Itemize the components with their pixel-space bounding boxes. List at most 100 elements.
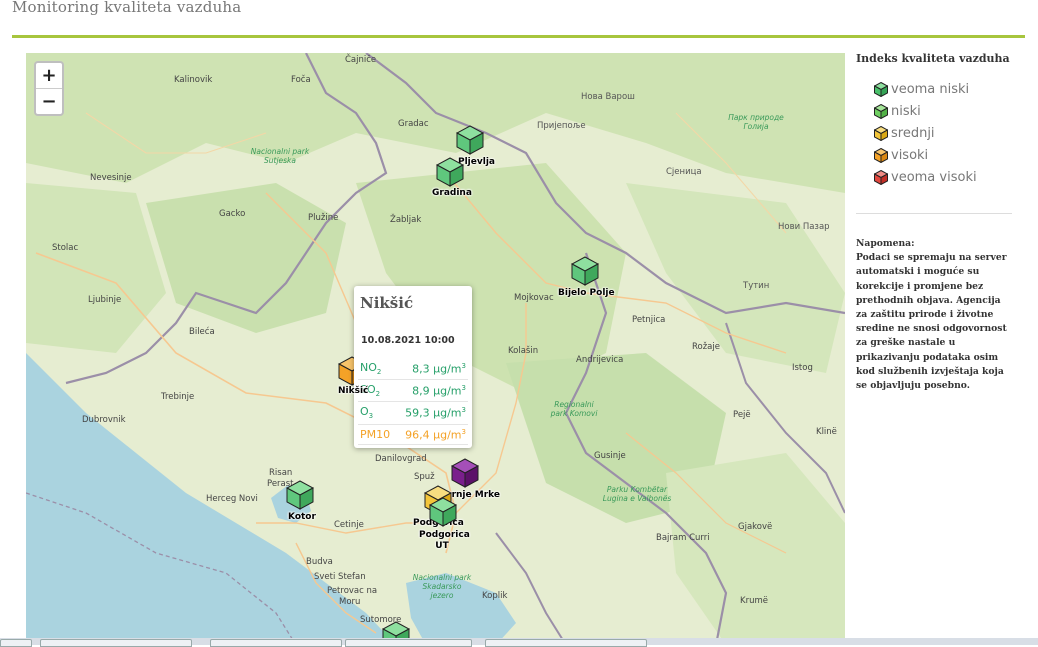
taskbar-item[interactable] bbox=[0, 639, 32, 647]
pollutant-value: 8,9 µg/m bbox=[412, 384, 462, 398]
station-marker-kotor[interactable] bbox=[286, 480, 314, 510]
place-label: Klinë bbox=[816, 427, 837, 437]
zoom-in-button[interactable]: + bbox=[36, 63, 62, 88]
place-label: Gradac bbox=[398, 119, 429, 129]
legend-title: Indeks kvaliteta vazduha bbox=[856, 52, 1010, 65]
place-label: Mojkovac bbox=[514, 293, 554, 303]
park-label: Nacionalni park Sutjeska bbox=[250, 147, 310, 165]
place-label: Bileća bbox=[189, 327, 215, 337]
taskbar-item[interactable] bbox=[345, 639, 472, 647]
cube-icon bbox=[874, 147, 888, 163]
zoom-out-button[interactable]: − bbox=[36, 88, 62, 114]
place-label: Čajniče bbox=[345, 55, 377, 65]
place-label: Сјеница bbox=[666, 167, 702, 177]
place-label: Gjakovë bbox=[738, 522, 773, 532]
place-label: Risan bbox=[269, 468, 293, 478]
place-label: Bajram Curri bbox=[656, 533, 710, 543]
place-label: Moru bbox=[339, 597, 361, 607]
place-label: Sveti Stefan bbox=[314, 572, 366, 582]
popup-title: Nikšić bbox=[360, 294, 414, 312]
cube-icon bbox=[874, 169, 888, 185]
cube-icon bbox=[874, 103, 888, 119]
pollutant-value: 8,3 µg/m bbox=[412, 362, 462, 376]
place-label: Spuž bbox=[414, 472, 435, 482]
legend-list: veoma niski niski srednji visoki veoma v… bbox=[874, 78, 1026, 188]
place-label: Žabljak bbox=[390, 215, 422, 225]
place-label: Trebinje bbox=[161, 392, 195, 402]
place-label: Petnjica bbox=[632, 315, 666, 325]
place-label: Istog bbox=[792, 363, 813, 373]
place-label: Stolac bbox=[52, 243, 79, 253]
taskbar-item[interactable] bbox=[210, 639, 342, 647]
legend-item: visoki bbox=[874, 144, 1026, 166]
popup-datetime: 10.08.2021 10:00 bbox=[361, 335, 455, 346]
place-label: Plužine bbox=[308, 213, 339, 223]
park-label: Regionalni park Komovi bbox=[550, 400, 598, 418]
popup-measurements: NO2 8,3 µg/m3 SO2 8,9 µg/m3 O3 59,3 µg/m… bbox=[358, 358, 468, 446]
place-label: Ljubinje bbox=[88, 295, 122, 305]
place-label: Тутин bbox=[743, 281, 770, 291]
page-title: Monitoring kvaliteta vazduha bbox=[12, 0, 242, 16]
station-marker-podgorica-ut[interactable] bbox=[429, 497, 457, 527]
place-label: Krumë bbox=[740, 596, 768, 606]
legend-item: srednji bbox=[874, 122, 1026, 144]
legend-item: veoma visoki bbox=[874, 166, 1026, 188]
title-divider bbox=[12, 35, 1025, 38]
station-label: Gradina bbox=[432, 188, 472, 198]
pollutant-value: 96,4 µg/m bbox=[405, 428, 462, 442]
station-popup: Nikšić 10.08.2021 10:00 NO2 8,3 µg/m3 SO… bbox=[354, 286, 472, 448]
pollutant-name: O bbox=[360, 405, 369, 419]
taskbar bbox=[0, 638, 1038, 647]
zoom-control: + − bbox=[34, 61, 64, 116]
place-label: Kalinovik bbox=[174, 75, 213, 85]
place-label: Petrovac na bbox=[327, 586, 378, 596]
place-label: Koplik bbox=[482, 591, 508, 601]
park-label: Nacionalni park Skadarsko jezero bbox=[412, 573, 472, 600]
station-label: Bijelo Polje bbox=[558, 288, 615, 298]
place-label: Dubrovnik bbox=[82, 415, 126, 425]
station-label: Kotor bbox=[288, 512, 316, 522]
pollutant-name: NO bbox=[360, 361, 377, 374]
place-label: Kolašin bbox=[508, 346, 539, 356]
cube-icon bbox=[874, 125, 888, 141]
pollutant-name: PM10 bbox=[360, 427, 391, 441]
legend-divider bbox=[856, 213, 1012, 214]
pollutant-value: 59,3 µg/m bbox=[405, 406, 462, 420]
place-label: Cetinje bbox=[334, 520, 364, 530]
place-label: Herceg Novi bbox=[206, 494, 258, 504]
place-label: Пријепоље bbox=[537, 121, 586, 131]
taskbar-item[interactable] bbox=[40, 639, 192, 647]
station-marker-bijelo-polje[interactable] bbox=[571, 256, 599, 286]
station-label: Podgorica UT bbox=[419, 530, 470, 551]
note-text: Podaci se spremaju na server automatski … bbox=[856, 252, 1007, 392]
map-view[interactable]: + − Čajniče Kalinovik Foča Нова Варош Gr… bbox=[26, 53, 845, 645]
place-label: Danilovgrad bbox=[375, 454, 427, 464]
disclaimer-note: Napomena: Podaci se spremaju na server a… bbox=[856, 237, 1014, 393]
measurement-row: SO2 8,9 µg/m3 bbox=[358, 379, 468, 403]
measurement-row: NO2 8,3 µg/m3 bbox=[358, 358, 468, 381]
station-marker-gradina[interactable] bbox=[436, 157, 464, 187]
place-label: Gacko bbox=[219, 209, 246, 219]
taskbar-item[interactable] bbox=[485, 639, 647, 647]
legend-item: niski bbox=[874, 100, 1026, 122]
measurement-row: O3 59,3 µg/m3 bbox=[358, 401, 468, 425]
place-label: Нови Пазар bbox=[778, 222, 830, 232]
cube-icon bbox=[874, 81, 888, 97]
legend-item: veoma niski bbox=[874, 78, 1026, 100]
park-label: Парк природе Голија bbox=[728, 113, 784, 131]
station-marker-pljevlja[interactable] bbox=[456, 125, 484, 155]
place-label: Pejë bbox=[733, 410, 751, 420]
place-label: Nevesinje bbox=[90, 173, 132, 183]
place-label: Budva bbox=[306, 557, 333, 567]
note-title: Napomena: bbox=[856, 238, 915, 249]
place-label: Andrijevica bbox=[576, 355, 624, 365]
measurement-row: PM10 96,4 µg/m3 bbox=[358, 424, 468, 446]
legend-panel: Indeks kvaliteta vazduha veoma niski nis… bbox=[856, 52, 1026, 214]
place-label: Rožaje bbox=[692, 342, 720, 352]
place-label: Нова Варош bbox=[581, 92, 635, 102]
park-label: Parku Kombëtar Lugina e Valbonës bbox=[602, 485, 672, 503]
station-marker-gornje-mrke[interactable] bbox=[451, 458, 479, 488]
station-label: Nikšić bbox=[338, 386, 369, 396]
place-label: Foča bbox=[291, 75, 311, 85]
place-label: Gusinje bbox=[594, 451, 626, 461]
